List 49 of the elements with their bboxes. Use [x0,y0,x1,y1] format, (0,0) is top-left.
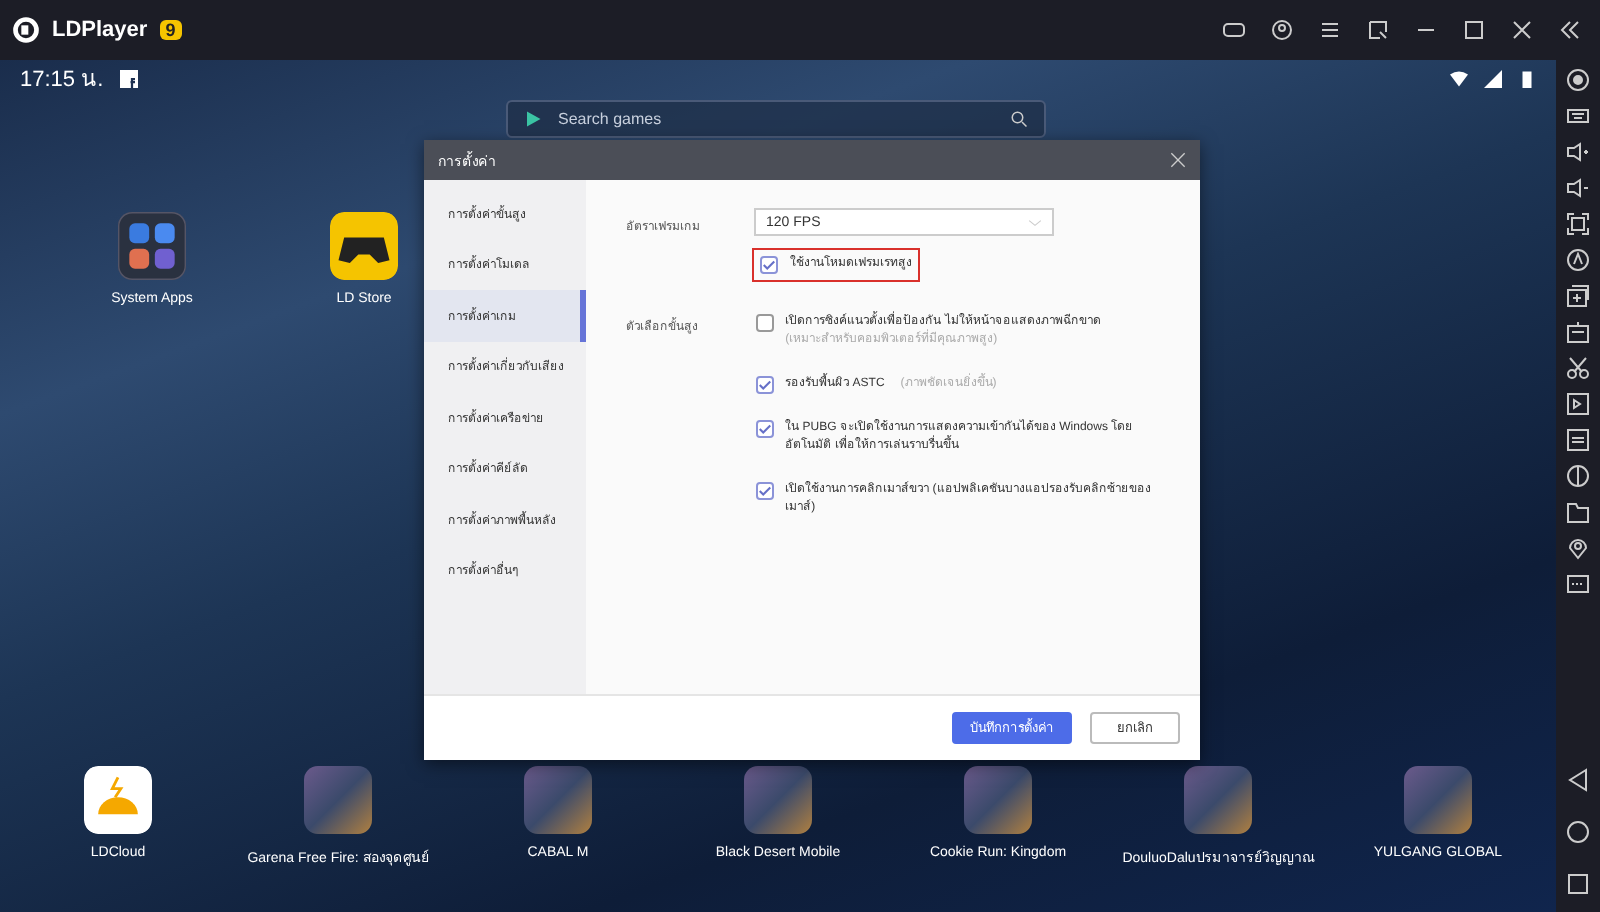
app-title: LDPlayer [52,18,148,42]
play-store-icon [524,110,542,128]
account-icon[interactable] [1270,18,1294,42]
search-field[interactable]: Search games [506,100,1046,138]
location-icon[interactable] [1566,536,1590,560]
app-icon[interactable] [524,766,592,834]
maximize-icon[interactable] [1462,18,1486,42]
menu-icon[interactable] [1318,18,1342,42]
fullscreen-icon[interactable] [1566,212,1590,236]
close-icon[interactable] [1170,152,1186,168]
signal-icon [1484,69,1502,87]
app-icon[interactable] [744,766,812,834]
recents-icon[interactable] [1566,872,1590,896]
battery-icon [1518,69,1536,87]
logo-icon [12,16,40,44]
keyboard-icon[interactable] [1566,104,1590,128]
back-icon[interactable] [1566,768,1590,792]
video-icon[interactable] [1566,392,1590,416]
gamepad-app-icon[interactable] [330,212,398,280]
version-badge: 9 [159,20,182,40]
cloud-app-icon[interactable] [84,766,152,834]
add-window-icon[interactable] [1566,284,1590,308]
wifi-icon [1450,69,1468,87]
close-icon[interactable] [1510,18,1534,42]
home-icon[interactable] [1566,820,1590,844]
clock-text: 17:15 น. [20,66,104,96]
folder-icon[interactable] [1566,500,1590,524]
record-icon[interactable] [1566,68,1590,92]
app-icon[interactable] [304,766,372,834]
chevron-down-icon [1028,217,1042,227]
more-icon[interactable] [1566,572,1590,596]
notification-icon [119,69,138,87]
volume-up-icon[interactable] [1566,140,1590,164]
app-icon[interactable] [1184,766,1252,834]
scissors-icon[interactable] [1566,356,1590,380]
search-icon[interactable] [1010,110,1028,128]
checkbox[interactable] [755,482,774,500]
volume-down-icon[interactable] [1566,176,1590,200]
checkbox[interactable] [755,314,774,332]
collapse-icon[interactable] [1558,18,1582,42]
window-icon[interactable] [1366,18,1390,42]
gamepad-icon[interactable] [1222,18,1246,42]
app-icon[interactable] [1404,766,1472,834]
app-icon[interactable] [964,766,1032,834]
search-input[interactable]: Search games [554,108,998,130]
app-folder-icon[interactable] [118,212,186,280]
checkbox[interactable] [755,376,774,394]
checkbox[interactable] [755,420,774,438]
checkbox[interactable] [760,256,778,274]
